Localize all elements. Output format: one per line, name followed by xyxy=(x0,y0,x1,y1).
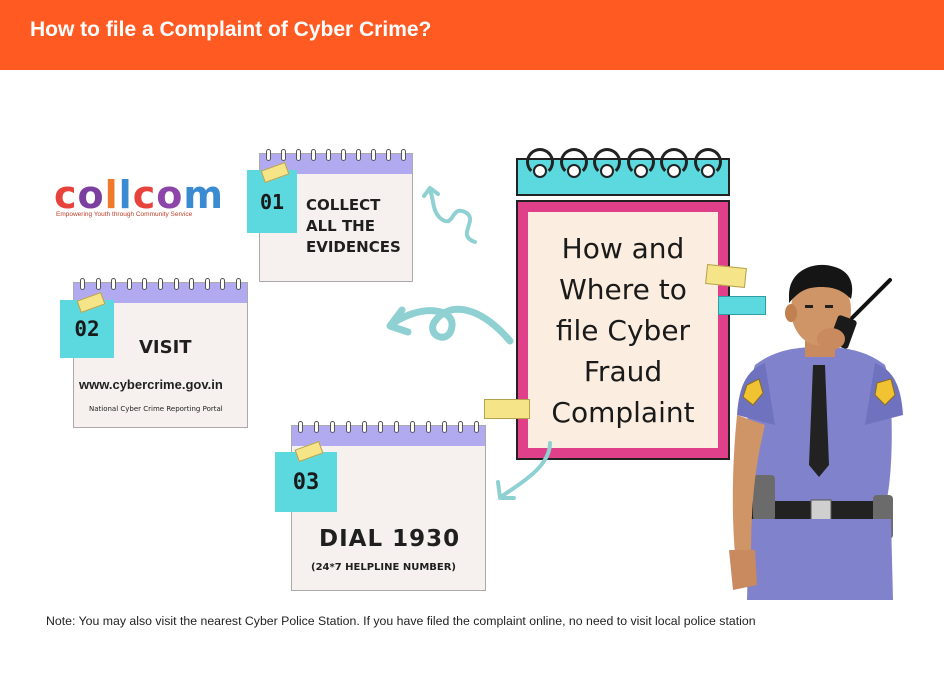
logo-wordmark: collcom xyxy=(54,173,224,217)
step-number-03: 03 xyxy=(275,452,337,512)
calendar-rings-icon xyxy=(526,148,722,178)
logo-tagline: Empowering Youth through Community Servi… xyxy=(56,211,193,218)
card-binding xyxy=(292,421,485,446)
police-officer-illustration-icon xyxy=(729,264,903,600)
step-02-url: www.cybercrime.gov.in xyxy=(79,377,223,392)
step-03-caption: (24*7 HELPLINE NUMBER) xyxy=(311,562,456,573)
calendar-title-line-4: Fraud xyxy=(583,354,663,388)
spiral-arrow-icon xyxy=(422,186,477,244)
step-01-line-2: ALL THE xyxy=(306,217,375,235)
calendar-body: How and Where to file Cyber Fraud Compla… xyxy=(516,200,730,460)
infographic-page: How to file a Complaint of Cyber Crime? … xyxy=(0,0,944,678)
step-02-heading: VISIT xyxy=(139,337,192,358)
header-bar: How to file a Complaint of Cyber Crime? xyxy=(0,0,944,70)
calendar-title-line-1: How and xyxy=(561,231,685,265)
curved-arrow-icon xyxy=(496,441,552,500)
step-02-caption: National Cyber Crime Reporting Portal xyxy=(89,405,223,413)
tape-decoration xyxy=(484,399,530,419)
calendar-title-board: How and Where to file Cyber Fraud Compla… xyxy=(516,148,730,460)
calendar-title-line-3: file Cyber xyxy=(555,313,691,347)
step-01-line-3: EVIDENCES xyxy=(306,238,401,256)
calendar-title: How and Where to file Cyber Fraud Compla… xyxy=(551,228,694,433)
collcom-logo: collcom Empowering Youth through Communi… xyxy=(54,175,224,223)
step-01-line-1: COLLECT xyxy=(306,196,381,214)
calendar-page: How and Where to file Cyber Fraud Compla… xyxy=(528,212,718,448)
page-title: How to file a Complaint of Cyber Crime? xyxy=(30,18,432,41)
calendar-title-line-2: Where to xyxy=(559,272,687,306)
calendar-title-line-5: Complaint xyxy=(551,395,695,429)
footnote: Note: You may also visit the nearest Cyb… xyxy=(46,614,756,628)
step-03-heading: DIAL 1930 xyxy=(319,526,461,552)
curved-arrow-icon xyxy=(386,305,514,345)
